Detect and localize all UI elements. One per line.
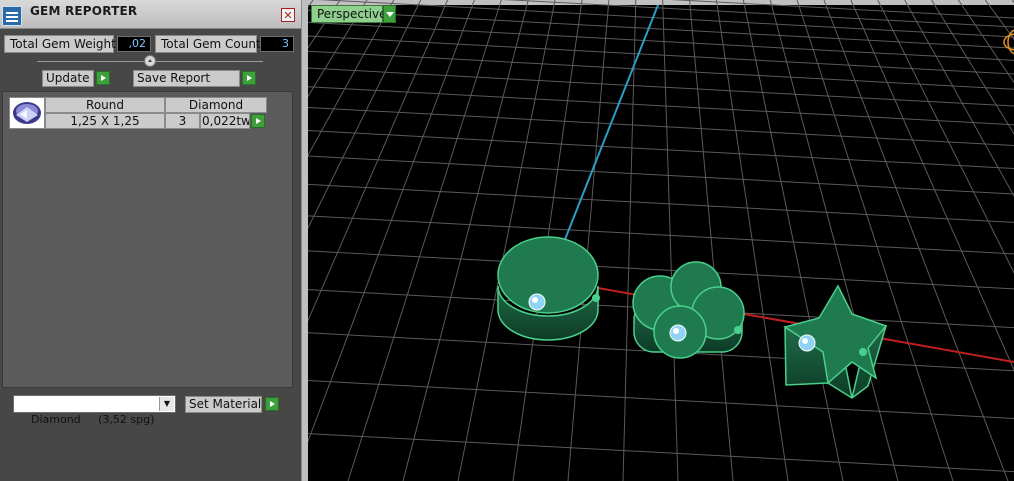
- panel-title: GEM REPORTER: [30, 4, 138, 18]
- cylinder-ring-model[interactable]: [497, 236, 599, 341]
- save-report-button[interactable]: Save Report: [133, 70, 240, 87]
- gem-thumbnail-icon[interactable]: [9, 97, 45, 129]
- view-mode-button[interactable]: Perspective: [311, 5, 387, 23]
- 3d-viewport[interactable]: Perspective: [308, 0, 1014, 481]
- view-mode-dropdown-icon[interactable]: [383, 5, 396, 23]
- slider-knob-icon[interactable]: [144, 55, 156, 67]
- chevron-down-icon[interactable]: ▼: [159, 397, 174, 411]
- table-cell-weight: 0,022tw: [200, 113, 250, 129]
- close-button[interactable]: ✕: [281, 8, 295, 22]
- gem-report-list: [2, 91, 293, 388]
- row-play-icon[interactable]: [251, 114, 265, 128]
- star-side-light: [859, 348, 867, 356]
- total-gem-count-label: Total Gem Count: [155, 35, 261, 53]
- star-gem: [798, 334, 816, 352]
- viewport-scene[interactable]: [308, 0, 1014, 481]
- clover-ring-model[interactable]: [632, 261, 745, 359]
- material-dropdown[interactable]: Diamond (3,52 spg) ▼: [13, 395, 176, 426]
- total-gem-weight-value: ,02: [117, 36, 151, 52]
- gem-reporter-panel: GEM REPORTER ✕ Total Gem Weight ,02 Tota…: [0, 0, 301, 481]
- title-bar: GEM REPORTER ✕: [0, 0, 301, 29]
- cylinder-side-light: [592, 294, 600, 302]
- table-cell-count: 3: [165, 113, 200, 129]
- table-header-shape: Round: [45, 97, 165, 113]
- total-gem-count-value: 3: [260, 36, 294, 52]
- app-icon: [2, 6, 22, 26]
- save-report-play-icon[interactable]: [242, 71, 256, 85]
- slider-track-left: [37, 61, 144, 62]
- set-material-button[interactable]: Set Material: [185, 396, 262, 413]
- update-play-icon[interactable]: [96, 71, 110, 85]
- panel-splitter[interactable]: [301, 0, 308, 481]
- clover-side-light: [734, 326, 742, 334]
- clover-gem: [669, 324, 687, 342]
- perspective-grid: [308, 0, 1014, 481]
- set-material-play-icon[interactable]: [265, 397, 279, 411]
- orange-gizmo-icon: [1003, 29, 1014, 55]
- cylinder-gem: [528, 293, 546, 311]
- z-axis-line: [559, 4, 659, 253]
- slider-track-right: [156, 61, 263, 62]
- table-header-material: Diamond: [165, 97, 267, 113]
- total-gem-weight-label: Total Gem Weight: [4, 35, 116, 53]
- material-selected-value: Diamond (3,52 spg): [31, 413, 155, 426]
- update-button[interactable]: Update: [42, 70, 94, 87]
- table-cell-size: 1,25 X 1,25: [45, 113, 165, 129]
